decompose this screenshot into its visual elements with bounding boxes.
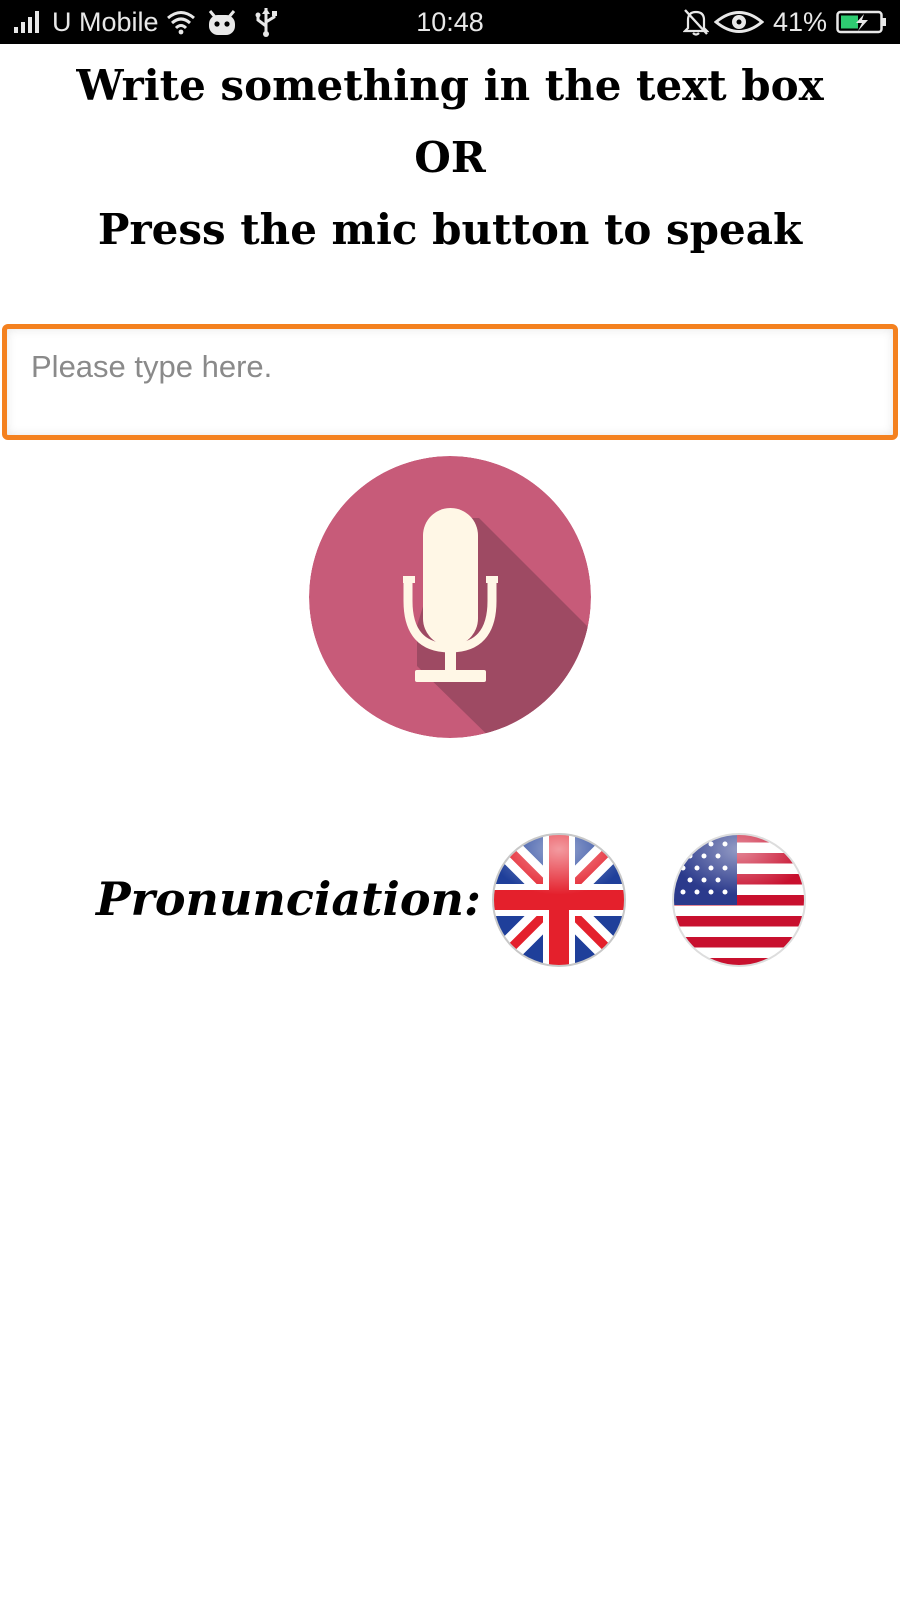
- us-pronunciation-button[interactable]: [671, 832, 807, 968]
- battery-percent: 41%: [773, 6, 828, 37]
- clock: 10:48: [416, 6, 484, 37]
- pronunciation-label: Pronunciation:: [96, 872, 481, 926]
- mute-icon: [683, 0, 709, 44]
- instruction-line-3: Press the mic button to speak: [97, 205, 803, 254]
- instructions: Write something in the text box OR Press…: [0, 50, 900, 266]
- us-flag-icon: [672, 833, 806, 967]
- mic-button[interactable]: [309, 456, 591, 738]
- eye-icon: [714, 0, 764, 44]
- uk-flag-icon: [492, 833, 626, 967]
- instruction-line-1: Write something in the text box: [76, 61, 824, 110]
- uk-pronunciation-button[interactable]: [491, 832, 627, 968]
- text-input[interactable]: [7, 329, 893, 385]
- instruction-line-2: OR: [414, 133, 486, 182]
- microphone-icon: [309, 456, 591, 738]
- status-bar: U Mobile 10:48 41%: [0, 0, 900, 44]
- battery-icon: [836, 0, 888, 44]
- text-input-box[interactable]: [2, 324, 898, 440]
